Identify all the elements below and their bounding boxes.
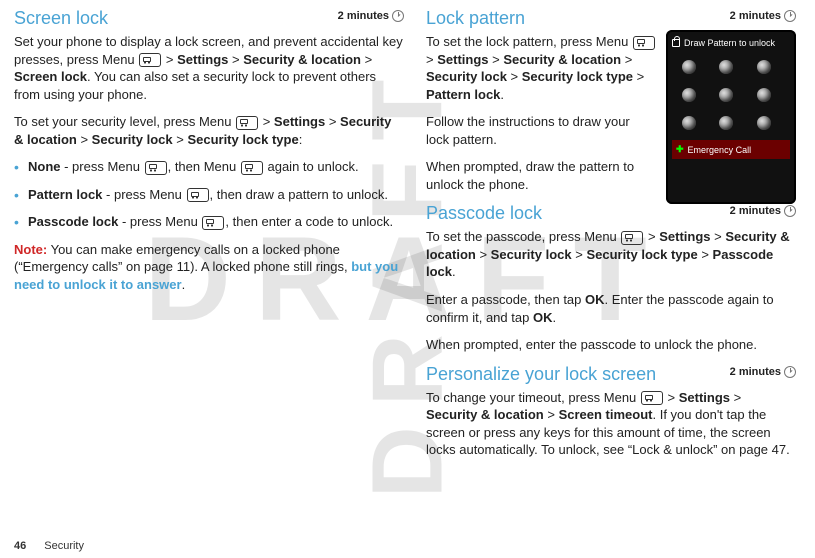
- phone-title-text: Draw Pattern to unlock: [684, 38, 775, 48]
- note-label: Note:: [14, 242, 47, 257]
- para-when-prompted-passcode: When prompted, enter the passcode to unl…: [426, 336, 796, 354]
- pattern-dot: [757, 60, 771, 74]
- emergency-call-label: Emergency Call: [688, 145, 752, 155]
- para-personalize-timeout: To change your timeout, press Menu > Set…: [426, 389, 796, 459]
- page-number: 46: [14, 540, 26, 552]
- phone-titlebar: Draw Pattern to unlock: [670, 34, 792, 54]
- emergency-icon: ✚: [676, 144, 684, 155]
- emergency-call-bar: ✚ Emergency Call: [672, 140, 790, 159]
- para-enter-passcode: Enter a passcode, then tap OK. Enter the…: [426, 291, 796, 326]
- pattern-dot: [719, 60, 733, 74]
- para-follow-instr: Follow the instructions to draw your loc…: [426, 113, 656, 148]
- list-item-passcode-lock: Passcode lock - press Menu , then enter …: [14, 213, 404, 231]
- para-note: Note: You can make emergency calls on a …: [14, 241, 404, 294]
- para-screen-lock-intro: Set your phone to display a lock screen,…: [14, 33, 404, 103]
- clock-icon: [784, 366, 796, 378]
- pattern-dot: [682, 88, 696, 102]
- pattern-dot: [719, 88, 733, 102]
- reading-time-badge: 2 minutes: [730, 205, 796, 217]
- reading-time-badge: 2 minutes: [730, 366, 796, 378]
- reading-time-badge: 2 minutes: [730, 10, 796, 22]
- menu-icon: [202, 216, 224, 230]
- menu-icon: [187, 188, 209, 202]
- pattern-grid: [670, 54, 792, 132]
- menu-icon: [641, 391, 663, 405]
- para-lock-pattern-path: To set the lock pattern, press Menu > Se…: [426, 33, 656, 103]
- clock-icon: [784, 10, 796, 22]
- footer-section-name: Security: [44, 540, 84, 552]
- pattern-dot: [757, 88, 771, 102]
- para-passcode-path: To set the passcode, press Menu > Settin…: [426, 228, 796, 281]
- clock-icon: [784, 205, 796, 217]
- lock-icon: [672, 39, 680, 47]
- menu-icon: [621, 231, 643, 245]
- menu-icon: [241, 161, 263, 175]
- pattern-dot: [682, 116, 696, 130]
- phone-mockup: Draw Pattern to unlock ✚ Emergency Call: [666, 30, 796, 204]
- list-item-pattern-lock: Pattern lock - press Menu , then draw a …: [14, 186, 404, 204]
- reading-time-badge: 2 minutes: [338, 10, 404, 22]
- menu-icon: [139, 53, 161, 67]
- reading-time-text: 2 minutes: [730, 10, 781, 22]
- pattern-dot: [757, 116, 771, 130]
- pattern-dot: [719, 116, 733, 130]
- reading-time-text: 2 minutes: [730, 205, 781, 217]
- reading-time-text: 2 minutes: [338, 10, 389, 22]
- reading-time-text: 2 minutes: [730, 366, 781, 378]
- page-footer: 46 Security: [14, 540, 84, 552]
- menu-icon: [633, 36, 655, 50]
- para-when-prompted-pattern: When prompted, draw the pattern to unloc…: [426, 158, 656, 193]
- pattern-dot: [682, 60, 696, 74]
- clock-icon: [392, 10, 404, 22]
- para-set-security-level: To set your security level, press Menu >…: [14, 113, 404, 148]
- list-item-none: None - press Menu , then Menu again to u…: [14, 158, 404, 176]
- menu-icon: [145, 161, 167, 175]
- menu-icon: [236, 116, 258, 130]
